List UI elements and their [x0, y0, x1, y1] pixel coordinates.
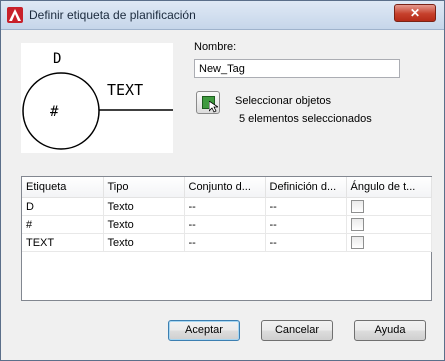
window-title: Definir etiqueta de planificación: [29, 8, 196, 22]
dialog-content: D # TEXT Nombre: Seleccionar objetos 5 e…: [8, 30, 439, 356]
column-header-angulo[interactable]: Ángulo de t...: [346, 177, 432, 198]
select-objects-label: Seleccionar objetos: [235, 95, 332, 107]
name-input[interactable]: [194, 59, 400, 78]
cell-conjunto[interactable]: --: [184, 197, 266, 216]
angle-checkbox[interactable]: [350, 200, 364, 213]
cell-angulo: [346, 215, 432, 234]
tag-grid: Etiqueta Tipo Conjunto d... Definición d…: [21, 176, 432, 301]
preview-tag-text: TEXT: [107, 81, 143, 99]
cell-definicion[interactable]: --: [265, 197, 347, 216]
cell-definicion[interactable]: --: [265, 233, 347, 252]
cell-angulo: [346, 197, 432, 216]
accept-button[interactable]: Aceptar: [168, 320, 240, 341]
selected-count-text: 5 elementos seleccionados: [239, 113, 372, 125]
column-header-tipo[interactable]: Tipo: [103, 177, 185, 198]
cell-tipo[interactable]: Texto: [103, 197, 185, 216]
table-row[interactable]: D Texto -- --: [22, 197, 432, 216]
tag-preview: D # TEXT: [21, 43, 173, 153]
preview-tag-number: #: [50, 104, 59, 120]
preview-tag-d: D: [53, 51, 61, 67]
preview-circle: [22, 72, 100, 150]
table-row[interactable]: # Texto -- --: [22, 215, 432, 234]
table-row[interactable]: TEXT Texto -- --: [22, 233, 432, 252]
dialog-window: Definir etiqueta de planificación ✕ D # …: [0, 0, 445, 361]
cell-tipo[interactable]: Texto: [103, 215, 185, 234]
cursor-arrow-icon: [209, 101, 218, 113]
cell-etiqueta: D: [22, 197, 104, 216]
column-header-definicion[interactable]: Definición d...: [265, 177, 347, 198]
cell-etiqueta: #: [22, 215, 104, 234]
help-button[interactable]: Ayuda: [354, 320, 426, 341]
column-header-conjunto[interactable]: Conjunto d...: [184, 177, 266, 198]
close-button[interactable]: ✕: [394, 4, 436, 22]
cancel-button[interactable]: Cancelar: [261, 320, 333, 341]
column-header-etiqueta[interactable]: Etiqueta: [22, 177, 104, 198]
grid-header-row: Etiqueta Tipo Conjunto d... Definición d…: [22, 177, 432, 198]
angle-checkbox[interactable]: [350, 218, 364, 231]
cell-definicion[interactable]: --: [265, 215, 347, 234]
cell-conjunto[interactable]: --: [184, 215, 266, 234]
close-icon: ✕: [409, 6, 421, 20]
angle-checkbox[interactable]: [350, 236, 364, 249]
cell-angulo: [346, 233, 432, 252]
name-label: Nombre:: [194, 41, 237, 53]
cell-tipo[interactable]: Texto: [103, 233, 185, 252]
autocad-app-icon: [7, 7, 23, 23]
select-objects-button[interactable]: [196, 91, 220, 114]
cell-conjunto[interactable]: --: [184, 233, 266, 252]
title-bar[interactable]: Definir etiqueta de planificación ✕: [1, 1, 444, 30]
cell-etiqueta: TEXT: [22, 233, 104, 252]
